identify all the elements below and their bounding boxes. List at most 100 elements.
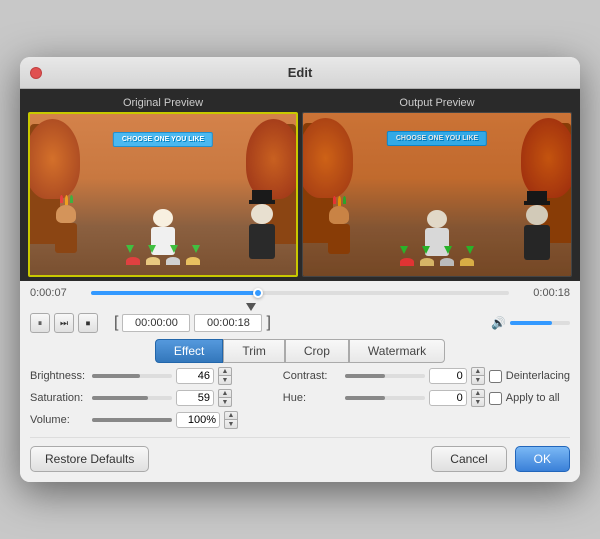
brightness-up[interactable]: ▲ [218,367,232,376]
saturation-fill [92,396,148,400]
hue-fill [345,396,385,400]
contrast-up[interactable]: ▲ [471,367,485,376]
brightness-fill [92,374,140,378]
saturation-down[interactable]: ▼ [218,398,232,407]
action-buttons: Cancel OK [431,446,570,472]
volume-up[interactable]: ▲ [224,411,238,420]
volume-track[interactable] [510,321,570,325]
char-head-left [56,205,76,223]
title-bar: Edit [20,57,580,89]
food-items [126,257,200,265]
out-food-3 [440,258,454,266]
contrast-label: Contrast: [283,370,341,382]
out-arrow-4 [466,246,474,254]
output-preview-label: Output Preview [302,97,572,109]
out-feather-1 [333,196,336,204]
out-foliage-right [521,118,571,198]
out-arrow-1 [400,246,408,254]
cancel-button[interactable]: Cancel [431,446,506,472]
brightness-down[interactable]: ▼ [218,376,232,385]
timeline-thumb[interactable] [253,288,263,298]
tree-foliage-left [30,119,80,199]
ok-button[interactable]: OK [515,446,570,472]
hue-up[interactable]: ▲ [471,389,485,398]
hue-input[interactable] [429,390,467,406]
volume-control: 🔊 [491,316,570,330]
brightness-slider[interactable] [92,374,172,378]
out-feathers [325,196,353,206]
char-body-left [55,223,77,253]
timeline-row: 0:00:07 0:00:18 [30,287,570,299]
range-end-input[interactable] [194,314,262,332]
hue-stepper: ▲ ▼ [471,389,485,407]
seekbar-row [30,303,570,309]
out-char-left [325,196,353,251]
pause-button[interactable]: ⏸ [30,313,50,333]
out-food-4 [460,258,474,266]
stop-icon: ⏹ [86,318,91,329]
feather-3 [70,195,73,203]
deinterlacing-checkbox[interactable] [489,370,502,383]
playback-row: ⏸ ⏭ ⏹ [ ] 🔊 [30,313,570,333]
volume-param-fill [92,418,172,422]
contrast-row: Contrast: ▲ ▼ Deinterlacing [283,367,570,385]
tab-effect[interactable]: Effect [155,339,223,363]
out-arrow-3 [444,246,452,254]
volume-param-input[interactable] [176,412,220,428]
hue-label: Hue: [283,392,341,404]
banner: CHOOSE ONE YOU LIKE [113,132,213,147]
arrow-1 [126,245,134,253]
feather-1 [60,195,63,203]
brightness-row: Brightness: ▲ ▼ [30,367,275,385]
timeline-end-time: 0:00:18 [515,287,570,299]
preview-area: Original Preview CHOOSE ONE YOU LIKE [20,89,580,281]
tabs-row: Effect Trim Crop Watermark [30,339,570,363]
bottom-row: Restore Defaults Cancel OK [30,437,570,472]
out-pilgrim-hat [527,191,547,205]
saturation-up[interactable]: ▲ [218,389,232,398]
out-char-right [521,191,553,251]
params-grid: Brightness: ▲ ▼ Contrast: ▲ [30,367,570,429]
apply-all-label: Apply to all [506,392,560,404]
out-arrow-2 [422,246,430,254]
close-button[interactable] [30,67,42,79]
volume-row: Volume: ▲ ▼ [30,411,275,429]
out-food-1 [400,258,414,266]
contrast-slider[interactable] [345,374,425,378]
contrast-down[interactable]: ▼ [471,376,485,385]
tree-foliage-right [246,119,296,199]
out-arrows [400,246,474,254]
original-video: CHOOSE ONE YOU LIKE [28,112,298,277]
tab-trim[interactable]: Trim [223,339,285,363]
range-start-input[interactable] [122,314,190,332]
character-right [246,190,278,250]
apply-all-row: Apply to all [489,392,560,405]
character-left [52,195,80,250]
apply-all-checkbox[interactable] [489,392,502,405]
center-head [153,209,173,227]
tab-watermark[interactable]: Watermark [349,339,445,363]
hue-slider[interactable] [345,396,425,400]
brightness-label: Brightness: [30,370,88,382]
stop-button[interactable]: ⏹ [78,313,98,333]
deinterlacing-row: Deinterlacing [489,370,570,383]
saturation-slider[interactable] [92,396,172,400]
saturation-input[interactable] [176,390,214,406]
original-scene: CHOOSE ONE YOU LIKE [30,114,296,275]
volume-fill [510,321,552,325]
volume-down[interactable]: ▼ [224,420,238,429]
volume-param-slider[interactable] [92,418,172,422]
contrast-stepper: ▲ ▼ [471,367,485,385]
hue-down[interactable]: ▼ [471,398,485,407]
output-preview-panel: Output Preview CHOOSE ONE YOU LIKE [302,97,572,277]
step-forward-button[interactable]: ⏭ [54,313,74,333]
traffic-lights [30,67,42,79]
restore-defaults-button[interactable]: Restore Defaults [30,446,149,472]
original-preview-label: Original Preview [28,97,298,109]
brightness-input[interactable] [176,368,214,384]
out-banner: CHOOSE ONE YOU LIKE [387,131,487,146]
tab-crop[interactable]: Crop [285,339,349,363]
contrast-input[interactable] [429,368,467,384]
timeline-track[interactable] [91,291,509,295]
out-food-items [400,258,474,266]
